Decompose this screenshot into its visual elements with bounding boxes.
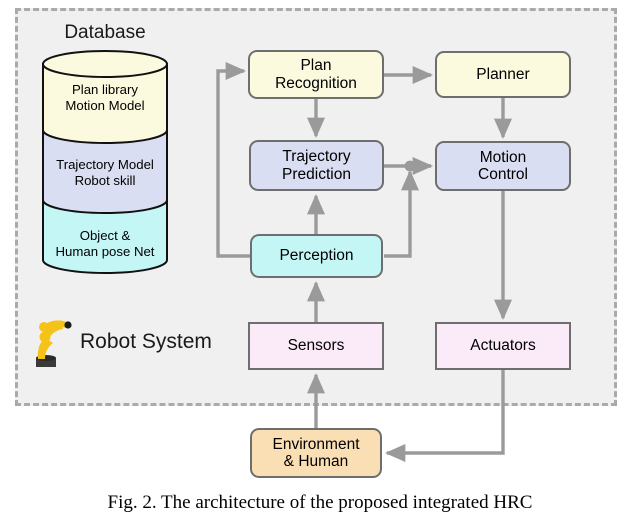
database-segment-trajectory-model: Trajectory Model Robot skill	[56, 157, 154, 188]
figure-canvas: Database Plan library Motion Model Traje…	[0, 0, 640, 513]
figure-caption: Fig. 2. The architecture of the proposed…	[107, 492, 533, 513]
edge-perception-to-motion-control	[384, 169, 420, 258]
node-sensors[interactable]: Sensors	[248, 322, 384, 370]
robot-arm-icon	[36, 320, 72, 367]
node-environment-and-human[interactable]: Environment & Human	[250, 428, 382, 478]
robot-system-group: Robot System	[28, 316, 212, 368]
node-motion-control[interactable]: Motion Control	[435, 141, 571, 191]
node-perception[interactable]: Perception	[250, 234, 383, 278]
edge-perception-to-plan-recognition	[216, 61, 250, 258]
edge-actuators-to-environment	[384, 370, 505, 463]
node-actuators[interactable]: Actuators	[435, 322, 571, 370]
node-trajectory-prediction[interactable]: Trajectory Prediction	[249, 140, 384, 191]
database-segment-object-human-pose: Object & Human pose Net	[55, 228, 155, 259]
database-segment-plan-library: Plan library Motion Model	[65, 82, 145, 113]
database-title: Database	[64, 22, 146, 43]
node-planner[interactable]: Planner	[435, 51, 571, 98]
database-cylinder: Plan library Motion Model Trajectory Mod…	[42, 50, 168, 275]
robot-system-label: Robot System	[80, 330, 212, 353]
junction-dot	[404, 160, 416, 172]
node-plan-recognition[interactable]: Plan Recognition	[248, 50, 384, 99]
